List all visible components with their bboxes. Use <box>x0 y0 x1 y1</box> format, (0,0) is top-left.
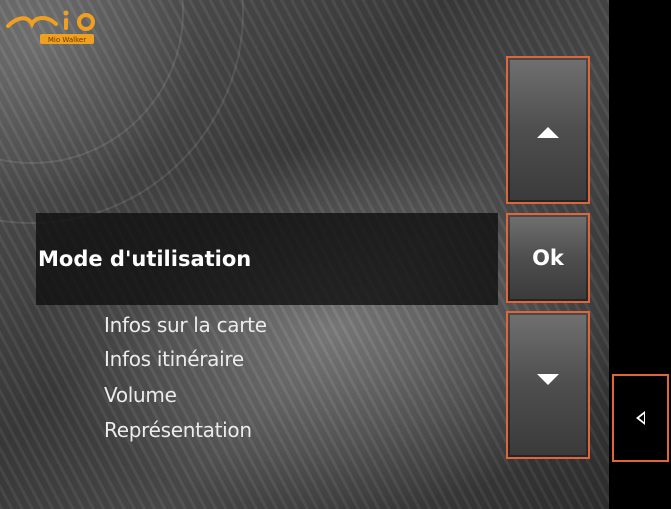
navigation-screen: Mio Walker Mode d'utilisation Infos sur … <box>0 0 609 509</box>
menu-item-representation[interactable]: Représentation <box>104 418 252 442</box>
scroll-down-button[interactable] <box>506 311 590 459</box>
ok-button-label: Ok <box>532 246 564 270</box>
arrow-down-icon <box>537 373 559 385</box>
mio-logo: Mio Walker <box>4 4 124 46</box>
back-arrow-icon <box>636 411 645 425</box>
selected-menu-item[interactable]: Mode d'utilisation <box>36 213 498 305</box>
arrow-up-icon <box>537 126 559 138</box>
back-button[interactable] <box>612 374 669 462</box>
logo-badge-text: Mio Walker <box>48 36 86 44</box>
menu-item-volume[interactable]: Volume <box>104 383 177 407</box>
selected-menu-label: Mode d'utilisation <box>38 247 252 271</box>
menu-item-infos-carte[interactable]: Infos sur la carte <box>104 313 267 337</box>
ok-button[interactable]: Ok <box>506 213 590 303</box>
scroll-up-button[interactable] <box>506 56 590 204</box>
menu-item-infos-itineraire[interactable]: Infos itinéraire <box>104 347 244 371</box>
